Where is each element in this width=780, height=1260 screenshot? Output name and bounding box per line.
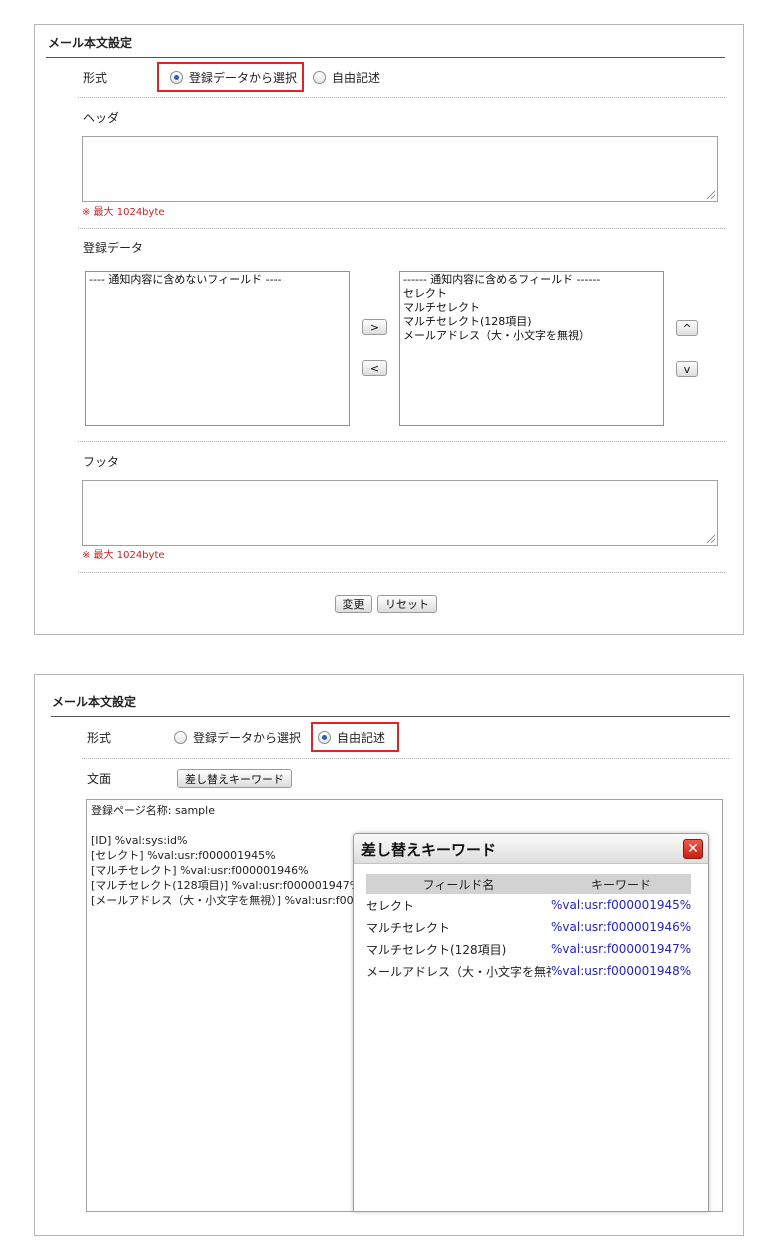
table-row: セレクト %val:usr:f000001945% (366, 894, 691, 916)
divider (78, 228, 725, 229)
keyword-cell[interactable]: %val:usr:f000001945% (551, 894, 691, 916)
move-down-button[interactable]: v (676, 361, 698, 377)
table-row: マルチセレクト %val:usr:f000001946% (366, 916, 691, 938)
footer-limit-note: ※ 最大 1024byte (82, 550, 165, 561)
radio-unchecked-icon (174, 731, 187, 744)
field-name-cell: メールアドレス（大・小文字を無視） (366, 964, 551, 979)
panel-1-title-rule (46, 57, 725, 58)
radio-checked-icon (170, 71, 183, 84)
resize-grip-icon[interactable] (707, 191, 715, 199)
replace-keyword-button[interactable]: 差し替えキーワード (177, 769, 292, 788)
list-option[interactable]: セレクト (403, 287, 660, 301)
keyword-table: フィールド名 キーワード セレクト %val:usr:f000001945% マ… (366, 874, 691, 982)
column-header-keyword: キーワード (551, 874, 691, 894)
radio-free-text[interactable]: 自由記述 (318, 729, 385, 746)
radio-select-label: 登録データから選択 (193, 731, 302, 745)
column-header-field: フィールド名 (366, 874, 551, 894)
radio-free-text[interactable]: 自由記述 (313, 69, 380, 86)
remove-field-button[interactable]: < (362, 360, 387, 376)
divider (82, 758, 729, 759)
editor-line: 登録ページ名称: sample (91, 804, 215, 817)
radio-select-from-data[interactable]: 登録データから選択 (174, 729, 301, 746)
footer-textarea[interactable] (82, 480, 718, 546)
divider (78, 97, 725, 98)
format-label: 形式 (87, 731, 112, 745)
move-up-button[interactable]: ^ (676, 320, 698, 336)
dialog-header[interactable]: 差し替えキーワード ✕ (354, 834, 708, 864)
resize-grip-icon[interactable] (707, 535, 715, 543)
footer-label: フッタ (83, 455, 120, 469)
reset-button[interactable]: リセット (377, 595, 437, 613)
excluded-fields-list[interactable]: ---- 通知内容に含めないフィールド ---- (85, 271, 350, 426)
panel-2-title: メール本文設定 (52, 695, 137, 709)
radio-free-label: 自由記述 (337, 731, 386, 745)
divider (78, 441, 725, 442)
format-label: 形式 (83, 71, 108, 85)
radio-free-label: 自由記述 (332, 71, 381, 85)
list-option[interactable]: ---- 通知内容に含めないフィールド ---- (89, 273, 346, 287)
list-option[interactable]: メールアドレス（大・小文字を無視） (403, 329, 660, 343)
header-limit-note: ※ 最大 1024byte (82, 207, 165, 218)
keyword-cell[interactable]: %val:usr:f000001947% (551, 938, 691, 960)
table-row: メールアドレス（大・小文字を無視） %val:usr:f000001948% (366, 960, 691, 982)
body-label: 文面 (87, 772, 112, 786)
keyword-cell[interactable]: %val:usr:f000001948% (551, 960, 691, 982)
replace-keyword-dialog: 差し替えキーワード ✕ フィールド名 キーワード セレクト %val:usr:f… (353, 833, 709, 1212)
list-option[interactable]: ------ 通知内容に含めるフィールド ------ (403, 273, 660, 287)
radio-unchecked-icon (313, 71, 326, 84)
regdata-label: 登録データ (83, 241, 144, 255)
panel-2-title-rule (51, 716, 730, 717)
change-button[interactable]: 変更 (335, 595, 372, 613)
radio-select-label: 登録データから選択 (189, 71, 298, 85)
list-option[interactable]: マルチセレクト(128項目) (403, 315, 660, 329)
divider (78, 572, 725, 573)
table-row: マルチセレクト(128項目) %val:usr:f000001947% (366, 938, 691, 960)
panel-1-title: メール本文設定 (48, 36, 133, 50)
field-name-cell: マルチセレクト(128項目) (366, 942, 507, 957)
radio-select-from-data[interactable]: 登録データから選択 (170, 69, 297, 86)
list-option[interactable]: マルチセレクト (403, 301, 660, 315)
keyword-cell[interactable]: %val:usr:f000001946% (551, 916, 691, 938)
add-field-button[interactable]: > (362, 319, 387, 335)
header-textarea[interactable] (82, 136, 718, 202)
radio-checked-icon (318, 731, 331, 744)
header-label: ヘッダ (83, 111, 120, 125)
dialog-title: 差し替えキーワード (361, 841, 497, 859)
included-fields-list[interactable]: ------ 通知内容に含めるフィールド ------ セレクト マルチセレクト… (399, 271, 664, 426)
field-name-cell: セレクト (366, 898, 415, 913)
close-icon[interactable]: ✕ (683, 839, 703, 859)
field-name-cell: マルチセレクト (366, 920, 451, 935)
